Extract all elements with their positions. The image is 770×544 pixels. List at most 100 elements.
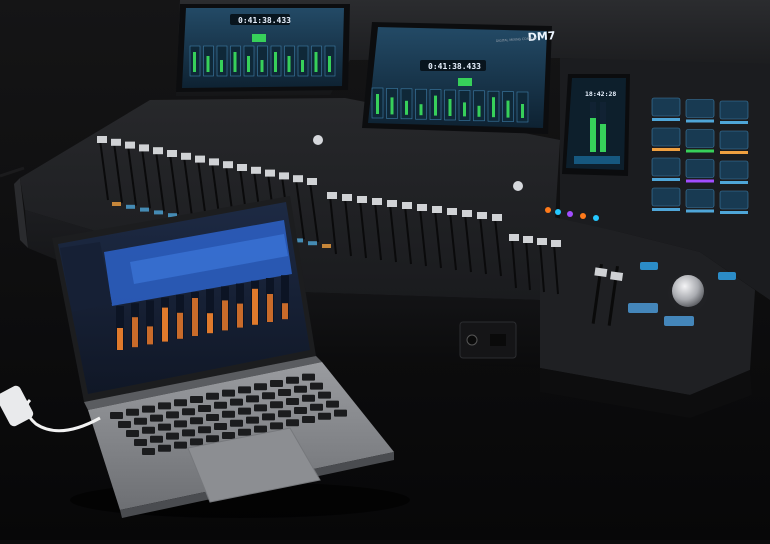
key	[246, 416, 259, 424]
strip-meter	[193, 52, 196, 72]
key	[318, 412, 331, 420]
strip-meter	[274, 52, 277, 72]
tile-led	[686, 119, 714, 123]
fader-cap	[251, 166, 261, 174]
meter-level	[222, 300, 228, 331]
key	[118, 421, 131, 428]
fader-cap	[97, 136, 107, 143]
key	[302, 373, 315, 381]
key	[206, 392, 219, 400]
fader-cap	[492, 214, 502, 221]
tile-display	[719, 160, 749, 180]
key	[278, 410, 291, 418]
meter-level	[162, 307, 168, 342]
fader-cap	[181, 152, 191, 160]
key	[286, 398, 299, 405]
key	[150, 435, 163, 443]
key	[230, 419, 243, 427]
strip-meter	[206, 56, 210, 72]
key	[238, 407, 251, 415]
fader-cap	[125, 141, 135, 149]
strip-meter	[220, 60, 223, 72]
fader-cap	[387, 200, 397, 207]
channel-button	[308, 241, 317, 246]
key	[310, 403, 323, 411]
key	[150, 414, 163, 422]
fader-cap	[153, 147, 163, 155]
key	[214, 423, 227, 430]
key	[326, 400, 339, 408]
tile-led	[652, 178, 680, 181]
tile-led	[720, 211, 748, 214]
fader-cap	[417, 204, 427, 211]
key	[142, 405, 155, 413]
touch-and-turn-knob	[672, 275, 704, 307]
key	[286, 376, 299, 384]
fader-cap	[509, 234, 519, 241]
key	[166, 411, 179, 419]
tile-led	[720, 151, 748, 154]
strip-meter	[301, 60, 304, 72]
fader-cap	[372, 198, 382, 205]
strip-meter	[419, 104, 423, 116]
strip-meter	[328, 56, 331, 72]
fader-cap	[139, 144, 149, 152]
key	[198, 426, 211, 434]
strip-meter	[405, 100, 408, 115]
tile-led	[720, 181, 748, 184]
key	[294, 385, 307, 393]
fader-cap	[265, 169, 275, 177]
key	[126, 408, 139, 416]
meter-level	[267, 294, 273, 322]
key	[246, 395, 259, 403]
strip-meter	[506, 100, 510, 118]
key	[134, 417, 147, 425]
key	[190, 417, 203, 425]
tile-display	[719, 190, 749, 210]
fader-cap	[357, 196, 367, 203]
key	[270, 422, 283, 430]
channel-strip-icons-right	[371, 87, 529, 123]
tile-display	[719, 130, 749, 150]
fader-cap	[237, 164, 247, 171]
strip-meter	[260, 60, 264, 72]
key	[334, 409, 347, 417]
key	[110, 412, 123, 419]
meter-level	[252, 288, 258, 325]
key	[182, 429, 195, 437]
meter-level	[282, 303, 288, 320]
touch-screen-left: 0:41:38.433	[176, 4, 350, 92]
tile-led	[686, 149, 714, 153]
fader-cap	[537, 238, 547, 245]
key	[222, 432, 235, 439]
key	[270, 380, 283, 387]
tile-display	[651, 97, 681, 117]
tile-display	[685, 159, 715, 178]
fader-cap	[477, 212, 487, 219]
fader-cap	[223, 161, 233, 169]
meter-level	[117, 328, 123, 350]
fader-cap	[327, 192, 337, 199]
key	[278, 389, 291, 396]
key	[270, 401, 283, 409]
meter-screen: 18:42:28	[562, 74, 630, 176]
tile-led	[686, 209, 714, 213]
strip-meter	[477, 105, 481, 117]
key	[254, 404, 267, 412]
channel-button	[322, 244, 331, 248]
key	[166, 432, 179, 440]
key	[174, 420, 187, 428]
channel-button	[154, 210, 163, 215]
channel-button	[126, 204, 135, 209]
key	[182, 408, 195, 416]
fader-cap	[462, 210, 472, 217]
fader-cap	[447, 208, 457, 215]
fader-cap	[195, 155, 205, 163]
key	[238, 386, 251, 394]
tile-display	[719, 100, 749, 120]
tile-display	[685, 189, 715, 208]
key	[190, 396, 203, 403]
key	[190, 438, 203, 446]
key	[134, 439, 147, 446]
meter-level	[147, 326, 153, 345]
